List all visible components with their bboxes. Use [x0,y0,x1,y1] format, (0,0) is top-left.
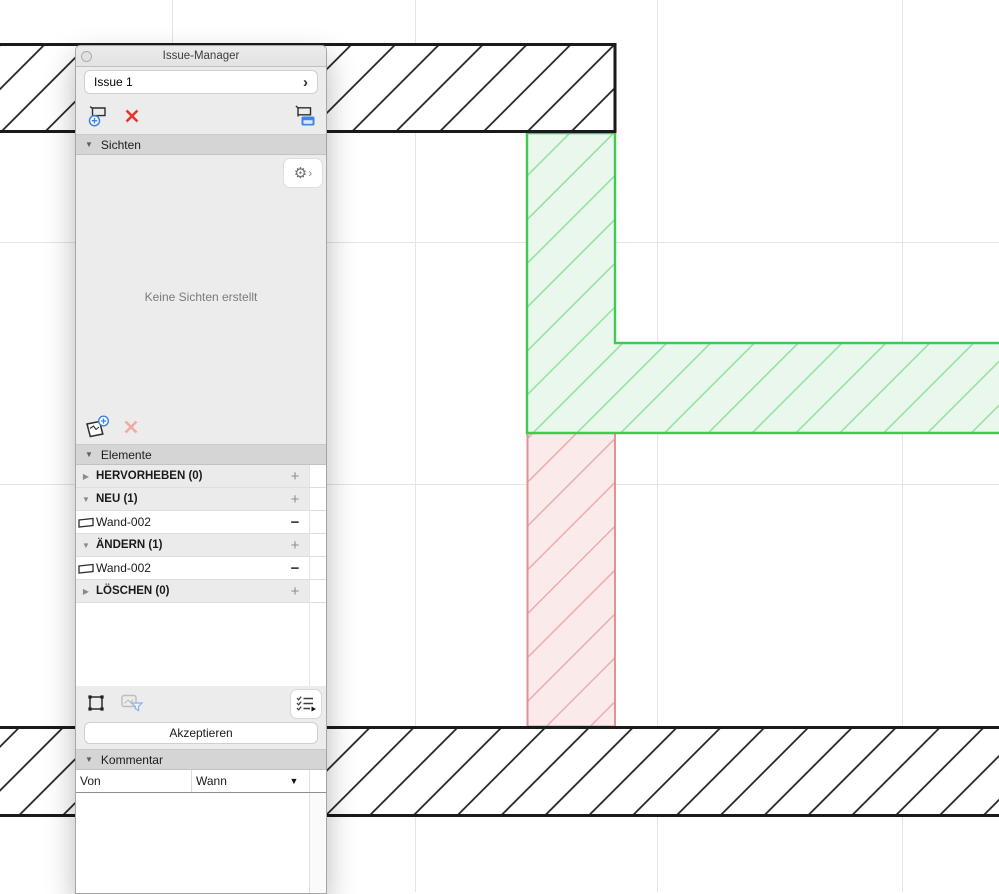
filter-elements-button-disabled[interactable] [120,693,144,713]
disclosure-triangle-icon[interactable]: ▼ [85,450,93,459]
element-label: Wand-002 [96,561,151,575]
add-element-button[interactable]: + [281,468,309,485]
element-group-hervorheben[interactable]: ▶ HERVORHEBEN (0) + [76,465,326,488]
element-group-loeschen[interactable]: ▶ LÖSCHEN (0) + [76,580,326,603]
group-label: HERVORHEBEN (0) [96,470,203,482]
accept-button[interactable]: Akzeptieren [84,722,318,744]
delete-view-button-disabled[interactable] [122,418,140,436]
chevron-right-icon: › [303,73,308,91]
disclosure-triangle-icon[interactable]: ▶ [76,472,96,481]
views-empty-message: Keine Sichten erstellt [144,290,258,304]
scroll-gutter [309,580,326,602]
gear-icon: ⚙ [293,165,308,182]
issue-selector[interactable]: Issue 1 › [84,70,318,94]
comment-list-empty[interactable] [76,793,326,893]
disclosure-triangle-icon[interactable]: ▼ [76,541,96,550]
section-title: Elemente [100,447,152,462]
section-title: Kommentar [100,752,163,767]
view-actions [84,415,140,439]
issue-details-button[interactable] [292,104,316,127]
add-element-button[interactable]: + [281,583,309,600]
remove-element-button[interactable]: − [281,514,309,531]
sort-dropdown-arrow-icon[interactable]: ▼ [279,770,309,792]
marquee-select-button[interactable] [86,693,106,713]
disclosure-triangle-icon[interactable]: ▼ [76,495,96,504]
element-list-options-button[interactable] [290,689,322,719]
issue-toolbar [76,97,326,134]
element-group-neu[interactable]: ▼ NEU (1) + [76,488,326,511]
wall-new-green[interactable] [525,131,999,435]
disclosure-triangle-icon[interactable]: ▶ [76,587,96,596]
sichten-section-body: ⚙ › Keine Sichten erstellt [76,155,326,444]
section-header-elemente[interactable]: ▼ Elemente [76,444,326,465]
element-label: Wand-002 [96,515,151,529]
panel-title: Issue-Manager [162,50,240,62]
issue-selector-row: Issue 1 › [76,67,326,97]
add-element-button[interactable]: + [281,491,309,508]
add-element-button[interactable]: + [281,537,309,554]
element-item-wand-002-aendern[interactable]: Wand-002 − [76,557,326,580]
section-header-sichten[interactable]: ▼ Sichten [76,134,326,155]
scroll-gutter [309,488,326,510]
section-title: Sichten [100,137,141,152]
group-label: LÖSCHEN (0) [96,585,170,597]
comment-table-header: Von Wann ▼ [76,770,326,793]
views-settings-button[interactable]: ⚙ › [283,158,323,188]
wall-icon [76,562,96,575]
wall-changed-red[interactable] [526,432,616,728]
scrollbar-track[interactable] [309,793,326,893]
delete-issue-button[interactable] [123,107,141,125]
scroll-gutter [309,557,326,579]
element-item-wand-002-neu[interactable]: Wand-002 − [76,511,326,534]
new-issue-button[interactable] [86,105,110,127]
element-toolbar [76,686,326,720]
element-list: ▶ HERVORHEBEN (0) + ▼ NEU (1) + Wand-002… [76,465,326,603]
disclosure-triangle-icon[interactable]: ▼ [85,140,93,149]
section-header-kommentar[interactable]: ▼ Kommentar [76,749,326,770]
create-view-button[interactable] [84,415,110,439]
panel-titlebar[interactable]: Issue-Manager [76,46,326,67]
scroll-gutter [309,465,326,487]
issue-selector-value: Issue 1 [94,75,133,89]
group-label: ÄNDERN (1) [96,539,163,551]
disclosure-triangle-icon[interactable]: ▼ [85,755,93,764]
scroll-gutter [309,511,326,533]
scroll-gutter [309,534,326,556]
element-list-empty-area [76,603,326,686]
column-header-wann[interactable]: Wann [191,770,279,792]
accept-button-label: Akzeptieren [169,726,233,740]
element-group-aendern[interactable]: ▼ ÄNDERN (1) + [76,534,326,557]
scroll-gutter [309,770,326,792]
column-header-von[interactable]: Von [76,770,191,792]
remove-element-button[interactable]: − [281,560,309,577]
chevron-right-icon: › [308,166,313,180]
issue-manager-panel: Issue-Manager Issue 1 › ▼ Sichten ⚙ › Ke… [75,45,327,894]
wall-icon [76,516,96,529]
group-label: NEU (1) [96,493,138,505]
accept-row: Akzeptieren [76,720,326,749]
